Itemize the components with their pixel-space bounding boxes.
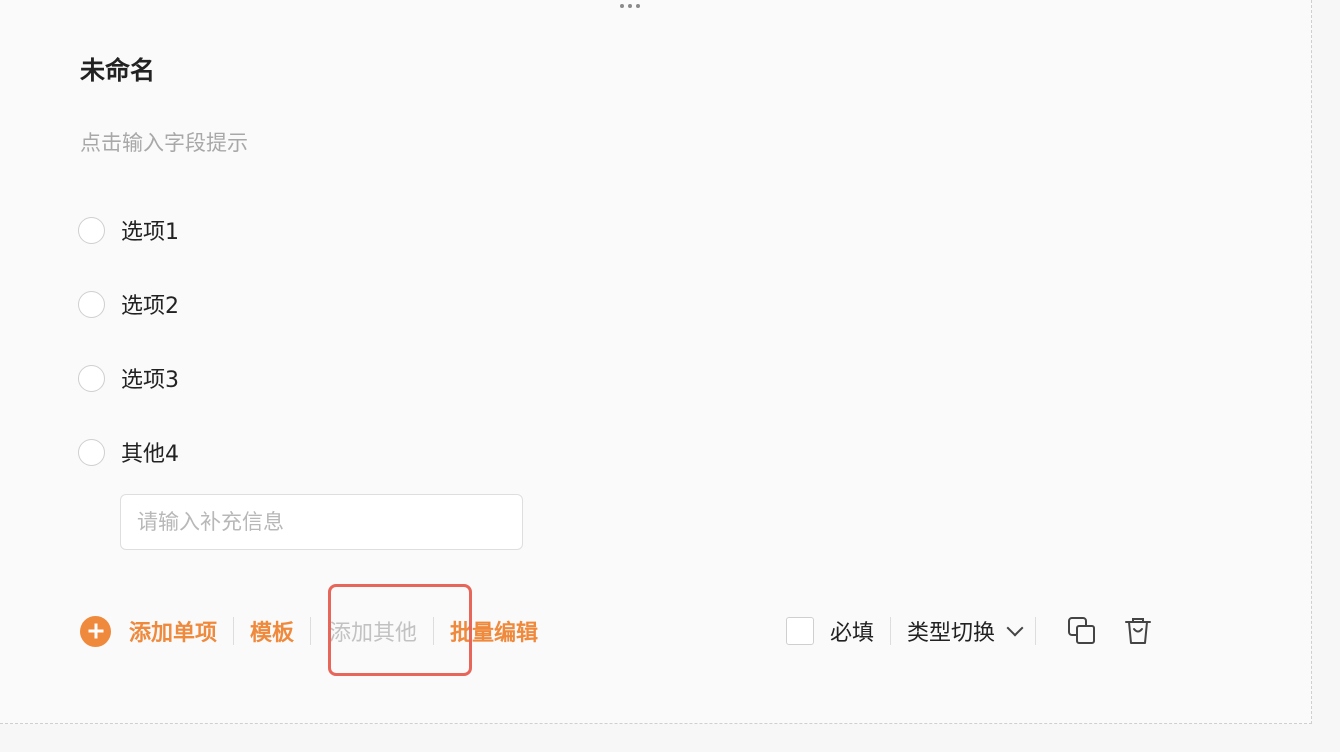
option-item-other[interactable]: 其他4 (78, 436, 179, 468)
divider (890, 617, 892, 645)
option-label[interactable]: 其他4 (121, 436, 179, 468)
radio-icon[interactable] (78, 216, 105, 244)
radio-icon[interactable] (78, 364, 105, 392)
option-item[interactable]: 选项2 (78, 288, 179, 320)
required-checkbox[interactable] (786, 617, 814, 645)
chevron-down-icon[interactable] (1006, 619, 1024, 637)
option-label[interactable]: 选项2 (121, 288, 179, 320)
batch-edit-button[interactable]: 批量编辑 (450, 615, 538, 647)
divider (233, 617, 235, 645)
template-button[interactable]: 模板 (250, 615, 294, 647)
radio-icon[interactable] (78, 290, 105, 318)
add-single-option-button[interactable]: 添加单项 (129, 615, 217, 647)
question-settings: 必填 类型切换 (786, 610, 1156, 652)
divider (1035, 617, 1037, 645)
drag-handle-icon[interactable] (614, 0, 646, 12)
option-toolbar: 添加单项 模板 添加其他 批量编辑 (80, 604, 538, 658)
option-label[interactable]: 选项3 (121, 362, 179, 394)
radio-icon[interactable] (78, 438, 105, 466)
add-other-button[interactable]: 添加其他 (329, 615, 417, 647)
divider (310, 617, 312, 645)
form-editor-canvas: 未命名 点击输入字段提示 选项1 选项2 选项3 其他4 添加单项 模板 添加其… (0, 0, 1340, 752)
trash-icon[interactable] (1120, 613, 1156, 649)
question-title[interactable]: 未命名 (80, 54, 155, 88)
question-card[interactable]: 未命名 点击输入字段提示 选项1 选项2 选项3 其他4 添加单项 模板 添加其… (0, 0, 1312, 724)
plus-circle-icon[interactable] (80, 615, 111, 647)
supplement-info-input[interactable] (120, 494, 523, 550)
required-label[interactable]: 必填 (830, 615, 874, 647)
divider (433, 617, 435, 645)
copy-icon[interactable] (1064, 613, 1100, 649)
type-switch-button[interactable]: 类型切换 (907, 615, 995, 647)
option-item[interactable]: 选项3 (78, 362, 179, 394)
question-hint[interactable]: 点击输入字段提示 (80, 128, 248, 158)
option-label[interactable]: 选项1 (121, 214, 179, 246)
option-item[interactable]: 选项1 (78, 214, 179, 246)
